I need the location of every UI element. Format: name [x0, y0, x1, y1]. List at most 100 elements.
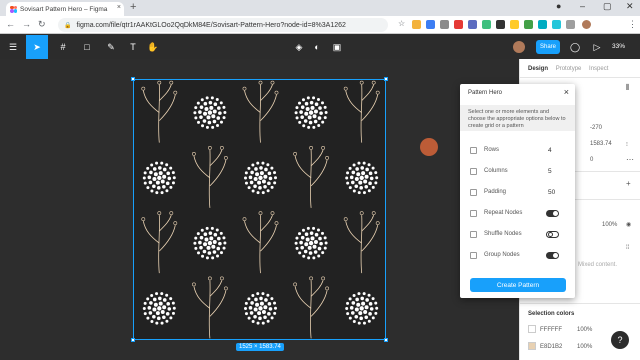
extension-icon[interactable]	[412, 20, 421, 29]
resize-handle[interactable]	[384, 77, 388, 81]
color-swatch[interactable]	[528, 342, 536, 350]
avatar[interactable]	[582, 20, 591, 29]
more-icon[interactable]: ⋯	[626, 155, 634, 164]
create-pattern-button[interactable]: Create Pattern	[470, 278, 566, 292]
close-icon[interactable]: ×	[117, 4, 121, 11]
mask-icon[interactable]: ◐	[306, 35, 328, 59]
kebab-menu-icon[interactable]: ⋮	[628, 19, 637, 30]
extension-icon[interactable]	[510, 20, 519, 29]
extension-icon[interactable]	[538, 20, 547, 29]
pinterest-icon[interactable]	[454, 20, 463, 29]
rows-field[interactable]: Rows 4	[460, 144, 575, 158]
frame-tool-icon[interactable]: #	[52, 35, 74, 59]
profile-icon[interactable]: ●	[556, 1, 561, 11]
pattern-hero-plugin: Pattern Hero × Select one or more elemen…	[460, 84, 575, 298]
mixed-content-text: Mixed content.	[578, 262, 618, 268]
comment-icon[interactable]: ◯	[564, 35, 586, 59]
present-icon[interactable]: ▷	[586, 35, 608, 59]
boolean-icon[interactable]: ▣	[326, 35, 348, 59]
extension-icon[interactable]	[496, 20, 505, 29]
tab-design[interactable]: Design	[528, 66, 548, 72]
divider	[520, 303, 640, 304]
color-opacity[interactable]: 100%	[577, 327, 592, 333]
group-label: Group Nodes	[484, 252, 520, 258]
repeat-nodes-row: Repeat Nodes	[460, 207, 575, 221]
visibility-icon[interactable]: ◉	[626, 221, 631, 228]
style-icon[interactable]: ⁞⁞	[626, 245, 629, 251]
window-close-icon[interactable]: ✕	[626, 1, 634, 12]
figma-icon	[10, 5, 17, 13]
rows-input[interactable]: 4	[548, 147, 552, 154]
dot-flower-motif	[193, 96, 227, 129]
avatar[interactable]	[513, 41, 525, 53]
hand-tool-icon[interactable]: ✋	[142, 35, 164, 59]
constrain-icon[interactable]: ⁝	[626, 141, 628, 148]
plugin-description: Select one or more elements and choose t…	[460, 105, 575, 131]
maximize-icon[interactable]: ▢	[603, 1, 612, 12]
padding-field[interactable]: Padding 50	[460, 186, 575, 200]
main-menu-icon[interactable]: ☰	[2, 35, 24, 59]
branch-sprig-motif	[343, 211, 380, 274]
height-field[interactable]: 1583.74	[590, 141, 612, 147]
forward-icon[interactable]: →	[22, 19, 31, 29]
dot-flower-motif	[244, 292, 277, 325]
color-hex[interactable]: FFFFFF	[540, 327, 562, 333]
group-toggle[interactable]	[546, 252, 559, 259]
rotation-field[interactable]: 0	[590, 157, 593, 163]
text-tool-icon[interactable]: T	[122, 35, 144, 59]
group-icon	[470, 252, 477, 259]
figma-toolbar: ☰ ➤ # □ ✎ T ✋ ◈ ◐ ▣ Share ◯ ▷ 33%	[0, 35, 640, 59]
zoom-level[interactable]: 33%	[612, 43, 625, 50]
browser-tab[interactable]: Sovisart Pattern Hero – Figma ×	[6, 2, 124, 16]
repeat-toggle[interactable]	[546, 210, 559, 217]
star-icon[interactable]: ☆	[398, 19, 405, 28]
puzzle-icon[interactable]	[566, 20, 575, 29]
back-icon[interactable]: ←	[6, 19, 15, 29]
tab-inspect[interactable]: Inspect	[589, 66, 608, 72]
extension-icon[interactable]	[426, 20, 435, 29]
extension-icon[interactable]	[524, 20, 533, 29]
resize-handle[interactable]	[131, 338, 135, 342]
address-bar-row: ← → ↻ 🔒 figma.com/file/qtr1rAAKtGLOo2QqD…	[0, 16, 640, 34]
extension-icon[interactable]	[468, 20, 477, 29]
shuffle-toggle[interactable]	[546, 231, 559, 238]
dot-flower-motif	[345, 292, 379, 325]
url-field[interactable]: 🔒 figma.com/file/qtr1rAAKtGLOo2QqDkM84E/…	[58, 18, 388, 32]
share-button[interactable]: Share	[536, 40, 560, 54]
shape-tool-icon[interactable]: □	[76, 35, 98, 59]
extension-icon[interactable]	[552, 20, 561, 29]
tab-prototype[interactable]: Prototype	[556, 66, 582, 72]
color-opacity[interactable]: 100%	[577, 344, 592, 350]
dot-flower-motif	[142, 292, 176, 325]
new-tab-button[interactable]: +	[130, 1, 136, 13]
columns-input[interactable]: 5	[548, 168, 552, 175]
dot-flower-motif	[345, 161, 379, 195]
color-swatch[interactable]	[528, 325, 536, 333]
resize-handle[interactable]	[131, 77, 135, 81]
url-text: figma.com/file/qtr1rAAKtGLOo2QqDkM84E/So…	[76, 21, 346, 29]
padding-icon	[470, 189, 477, 196]
add-icon[interactable]: +	[626, 179, 631, 188]
cursor-highlight	[420, 138, 438, 156]
pen-tool-icon[interactable]: ✎	[100, 35, 122, 59]
reload-icon[interactable]: ↻	[38, 19, 46, 30]
move-tool-icon[interactable]: ➤	[26, 35, 48, 59]
help-button[interactable]: ?	[611, 331, 629, 349]
pattern-artwork	[141, 80, 380, 339]
panel-tabs: Design Prototype Inspect	[528, 66, 614, 72]
shuffle-nodes-row: Shuffle Nodes	[460, 228, 575, 242]
rows-label: Rows	[484, 147, 500, 153]
y-field[interactable]: -270	[590, 125, 602, 131]
browser-tab-strip: Sovisart Pattern Hero – Figma × + ● – ▢ …	[0, 0, 640, 16]
extension-icon[interactable]	[440, 20, 449, 29]
align-icon[interactable]: ⫴	[626, 83, 629, 93]
close-icon[interactable]: ×	[564, 87, 569, 97]
resize-handle[interactable]	[384, 338, 388, 342]
minimize-icon[interactable]: –	[580, 1, 585, 11]
padding-input[interactable]: 50	[548, 189, 555, 196]
extension-icon[interactable]	[482, 20, 491, 29]
columns-field[interactable]: Columns 5	[460, 165, 575, 179]
color-hex[interactable]: E8D1B2	[540, 344, 562, 350]
opacity-value[interactable]: 100%	[602, 222, 617, 228]
pattern-frame[interactable]	[133, 79, 386, 340]
